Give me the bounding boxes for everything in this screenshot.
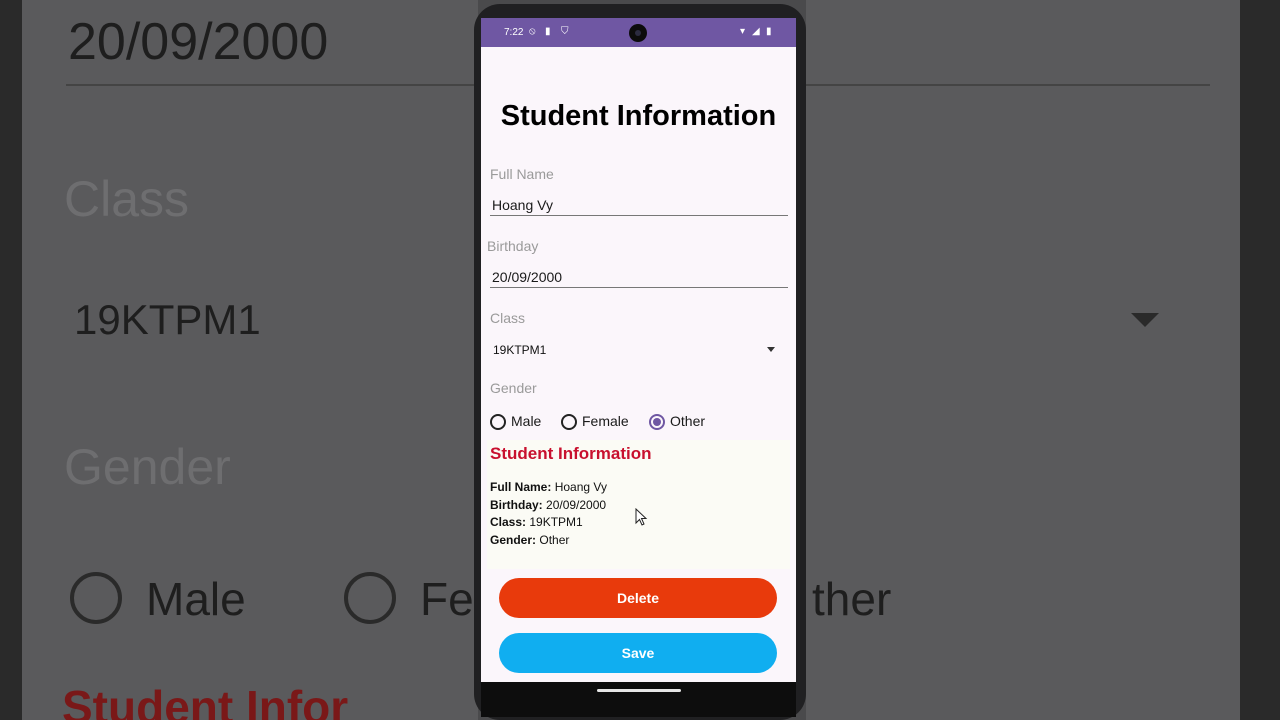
full-name-underline <box>490 215 788 216</box>
radio-male-label: Male <box>511 413 542 429</box>
clipboard-icon: ▮ <box>545 26 551 37</box>
bg-birthday-underline-right <box>806 84 1210 86</box>
bg-caret-icon <box>1131 313 1159 327</box>
wifi-icon: ▾ <box>740 26 746 37</box>
bg-class-value: 19KTPM1 <box>74 296 261 343</box>
bg-radio-male-icon <box>70 572 122 624</box>
signal-icon: ◢ <box>752 26 760 37</box>
bg-info-title: Student Infor <box>62 681 349 720</box>
bg-radio-other-label: ther <box>812 573 892 625</box>
bg-birthday-value: 20/09/2000 <box>68 13 329 71</box>
radio-male-circle-icon <box>490 414 506 430</box>
full-name-label: Full Name <box>490 166 554 182</box>
status-time: 7:22 <box>504 27 524 38</box>
birthday-label: Birthday <box>487 238 539 254</box>
full-name-input[interactable]: Hoang Vy <box>492 197 553 213</box>
chevron-down-icon <box>767 347 775 352</box>
info-key-birthday: Birthday: <box>490 498 543 512</box>
info-key-class: Class: <box>490 515 527 529</box>
app-screen: 7:22 ⦸ ▮ ⛉ ▾ ◢ ▮ Student Information Ful… <box>481 18 796 717</box>
home-gesture-handle[interactable] <box>597 689 681 692</box>
info-row-birthday: Birthday: 20/09/2000 <box>490 498 606 512</box>
info-card: Student Information Full Name: Hoang Vy … <box>487 440 790 569</box>
info-val-class: 19KTPM1 <box>529 515 583 529</box>
battery-icon: ▮ <box>766 26 772 37</box>
gender-label: Gender <box>490 380 537 396</box>
class-spinner[interactable]: 19KTPM1 <box>490 336 788 362</box>
birthday-underline <box>490 287 788 288</box>
info-val-gender: Other <box>539 533 570 547</box>
info-key-full-name: Full Name: <box>490 480 552 494</box>
bg-gender-label: Gender <box>64 439 231 495</box>
mouse-cursor-icon <box>635 508 648 526</box>
class-label: Class <box>490 310 526 326</box>
background-right-edge <box>1240 0 1280 720</box>
info-key-gender: Gender: <box>490 533 537 547</box>
save-button[interactable]: Save <box>499 633 777 673</box>
bg-birthday-underline <box>66 84 478 86</box>
info-row-class: Class: 19KTPM1 <box>490 515 583 529</box>
navigation-bar <box>481 682 796 717</box>
info-val-full-name: Hoang Vy <box>554 480 607 494</box>
info-title: Student Information <box>490 444 652 463</box>
bg-radio-female-label: Fe <box>420 573 474 625</box>
camera-cutout-icon <box>629 24 647 42</box>
page-title: Student Information <box>500 100 777 132</box>
radio-other-checked-icon <box>649 414 665 430</box>
bg-radio-female-icon <box>344 572 396 624</box>
delete-button[interactable]: Delete <box>499 578 777 618</box>
bg-radio-male-label: Male <box>146 573 246 625</box>
radio-other-label: Other <box>670 413 706 429</box>
status-bar: 7:22 ⦸ ▮ ⛉ ▾ ◢ ▮ <box>481 18 796 47</box>
info-row-full-name: Full Name: Hoang Vy <box>490 480 607 494</box>
background-left-edge <box>0 0 22 720</box>
info-row-gender: Gender: Other <box>490 533 569 547</box>
do-not-disturb-icon: ⦸ <box>529 26 536 37</box>
birthday-input[interactable]: 20/09/2000 <box>492 269 562 285</box>
bg-class-label: Class <box>64 171 190 227</box>
radio-female-label: Female <box>582 413 629 429</box>
radio-female-circle-icon <box>561 414 577 430</box>
info-val-birthday: 20/09/2000 <box>546 498 607 512</box>
shield-icon: ⛉ <box>561 26 569 37</box>
class-spinner-value: 19KTPM1 <box>493 343 547 357</box>
